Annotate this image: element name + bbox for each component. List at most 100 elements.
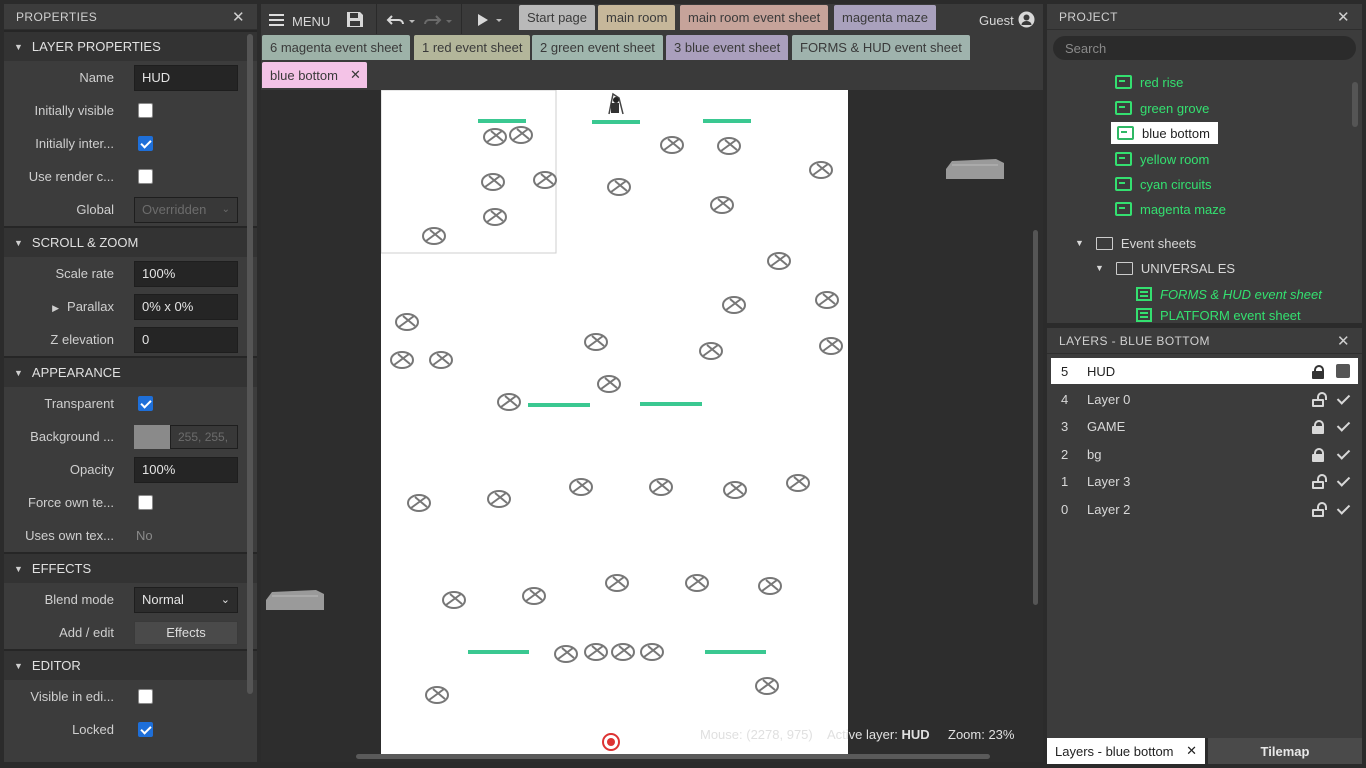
tab-label: main room event sheet	[688, 10, 821, 25]
menu-button[interactable]: MENU	[269, 10, 330, 29]
chevron-down-icon: ⌄	[221, 204, 230, 215]
tree-folder-event-sheets[interactable]: ▼ Event sheets	[1075, 232, 1196, 254]
platforms	[468, 119, 766, 654]
property-initially-visible: Initially visible	[4, 94, 257, 127]
close-icon[interactable]: ✕	[350, 67, 361, 83]
unlock-icon[interactable]	[1312, 501, 1327, 517]
horizontal-scrollbar[interactable]	[356, 754, 990, 759]
expand-icon[interactable]: ▶	[52, 303, 59, 313]
visible-in-editor-checkbox[interactable]	[138, 689, 153, 704]
layer-row-layer-3[interactable]: 1 Layer 3	[1051, 468, 1358, 494]
layout-viewport[interactable]: Mouse: (2278, 975) Active layer: HUD Zoo…	[261, 90, 1043, 762]
property-name: Name HUD	[4, 61, 257, 94]
close-icon[interactable]: ✕	[232, 8, 245, 26]
tree-layout-blue-bottom[interactable]: blue bottom	[1111, 122, 1218, 144]
visibility-toggle[interactable]	[1336, 392, 1350, 406]
event-sheet-icon	[1136, 308, 1152, 322]
visibility-toggle[interactable]	[1336, 447, 1350, 461]
visibility-toggle[interactable]	[1336, 364, 1350, 378]
project-scrollbar[interactable]	[1352, 82, 1358, 127]
tab-magenta-maze[interactable]: magenta maze	[834, 5, 936, 30]
tree-layout-cyan-circuits[interactable]: cyan circuits	[1115, 173, 1212, 195]
global-select[interactable]: Overridden ⌄	[134, 196, 238, 223]
zoom-level: Zoom: 23%	[948, 727, 1015, 742]
tree-layout-yellow-room[interactable]: yellow room	[1115, 148, 1209, 170]
layer-row-bg[interactable]: 2 bg	[1051, 441, 1358, 467]
initially-interactive-checkbox[interactable]	[138, 136, 153, 151]
unlock-icon[interactable]	[1312, 391, 1327, 407]
tab-forms-hud-event-sheet[interactable]: FORMS & HUD event sheet	[792, 35, 970, 60]
initially-visible-label: Initially visible	[34, 103, 114, 118]
tab-2-green-event-sheet[interactable]: 2 green event sheet	[532, 35, 663, 60]
z-elevation-field[interactable]: 0	[134, 326, 238, 353]
tree-event-sheet-forms-hud[interactable]: FORMS & HUD event sheet	[1136, 283, 1322, 305]
tab-main-room[interactable]: main room	[598, 5, 676, 30]
close-icon[interactable]: ✕	[1337, 332, 1350, 350]
background-color-value: 255, 255,	[170, 424, 238, 449]
tree-event-sheet-platform[interactable]: PLATFORM event sheet	[1136, 308, 1301, 323]
redo-icon[interactable]	[423, 12, 453, 28]
layer-row-layer-2[interactable]: 0 Layer 2	[1051, 496, 1358, 522]
vertical-scrollbar[interactable]	[1033, 230, 1038, 605]
tab-start-page[interactable]: Start page	[519, 5, 595, 30]
tree-layout-red-rise[interactable]: red rise	[1115, 71, 1183, 93]
visibility-toggle[interactable]	[1336, 474, 1350, 488]
visibility-toggle[interactable]	[1336, 419, 1350, 433]
close-icon[interactable]: ✕	[1186, 743, 1197, 759]
scale-rate-field[interactable]: 100%	[134, 260, 238, 287]
tree-label: magenta maze	[1140, 201, 1226, 217]
section-effects[interactable]: ▼ EFFECTS	[4, 552, 257, 583]
section-label: LAYER PROPERTIES	[31, 39, 161, 54]
tab-3-blue-event-sheet[interactable]: 3 blue event sheet	[666, 35, 789, 60]
name-field[interactable]: HUD	[134, 64, 238, 91]
force-own-texture-label: Force own te...	[28, 495, 114, 510]
color-swatch[interactable]	[134, 424, 170, 449]
layer-row-layer-0[interactable]: 4 Layer 0	[1051, 386, 1358, 412]
initially-visible-checkbox[interactable]	[138, 103, 153, 118]
save-icon[interactable]	[346, 11, 364, 28]
visible-in-editor-label: Visible in edi...	[30, 689, 114, 704]
tab-1-red-event-sheet[interactable]: 1 red event sheet	[414, 35, 531, 60]
tab-6-magenta-event-sheet[interactable]: 6 magenta event sheet	[262, 35, 411, 60]
tree-label: blue bottom	[1142, 125, 1210, 141]
tab-blue-bottom[interactable]: blue bottom ✕	[262, 62, 367, 88]
tree-label: FORMS & HUD event sheet	[1160, 286, 1322, 302]
section-editor[interactable]: ▼ EDITOR	[4, 649, 257, 680]
folder-icon	[1095, 236, 1113, 250]
layer-row-game[interactable]: 3 GAME	[1051, 413, 1358, 439]
properties-scrollbar[interactable]	[247, 34, 253, 694]
layer-row-hud[interactable]: 5 HUD	[1051, 358, 1358, 384]
tree-layout-green-grove[interactable]: green grove	[1115, 97, 1209, 119]
lock-icon[interactable]	[1312, 364, 1324, 379]
lock-icon[interactable]	[1312, 419, 1324, 434]
user-avatar-icon[interactable]	[1018, 11, 1035, 28]
locked-checkbox[interactable]	[138, 722, 153, 737]
opacity-field[interactable]: 100%	[134, 456, 238, 483]
global-value: Overridden	[142, 202, 207, 217]
transparent-checkbox[interactable]	[138, 396, 153, 411]
play-icon[interactable]	[476, 12, 506, 28]
unlock-icon[interactable]	[1312, 473, 1327, 489]
visibility-toggle[interactable]	[1336, 502, 1350, 516]
property-parallax: ▶ Parallax 0% x 0%	[4, 290, 257, 323]
tree-folder-universal-es[interactable]: ▼ UNIVERSAL ES	[1095, 257, 1235, 279]
tab-main-room-event-sheet[interactable]: main room event sheet	[680, 5, 829, 30]
close-icon[interactable]: ✕	[1337, 8, 1350, 26]
parallax-field[interactable]: 0% x 0%	[134, 293, 238, 320]
search-input[interactable]: Search	[1053, 36, 1356, 60]
force-own-texture-checkbox[interactable]	[138, 495, 153, 510]
effects-button[interactable]: Effects	[134, 620, 238, 645]
undo-icon[interactable]	[386, 12, 416, 28]
tab-layers[interactable]: Layers - blue bottom ✕	[1047, 738, 1205, 764]
section-appearance[interactable]: ▼ APPEARANCE	[4, 356, 257, 387]
lock-icon[interactable]	[1312, 447, 1324, 462]
section-scroll-zoom[interactable]: ▼ SCROLL & ZOOM	[4, 226, 257, 257]
blend-mode-select[interactable]: Normal ⌄	[134, 586, 238, 613]
tab-tilemap[interactable]: Tilemap	[1208, 738, 1362, 764]
tree-layout-magenta-maze[interactable]: magenta maze	[1115, 198, 1226, 220]
section-layer-properties[interactable]: ▼ LAYER PROPERTIES	[4, 30, 257, 61]
toolbar-divider	[461, 4, 462, 34]
layout-canvas[interactable]	[380, 90, 848, 755]
use-render-cells-checkbox[interactable]	[138, 169, 153, 184]
tree-label: red rise	[1140, 74, 1184, 90]
